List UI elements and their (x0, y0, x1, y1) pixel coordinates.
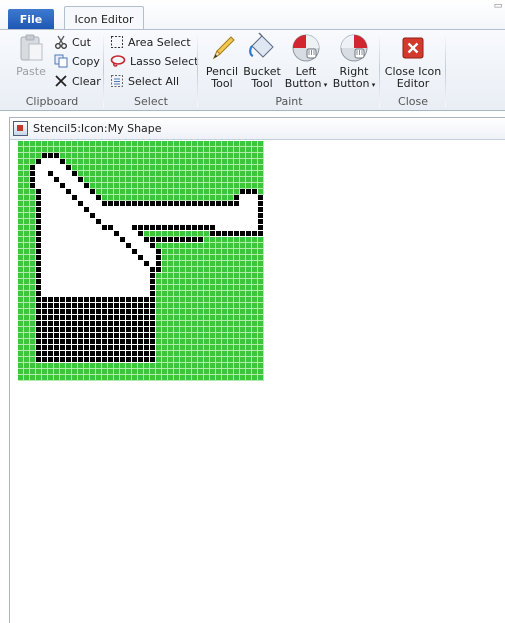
select-group: Area Select Lasso Select Select All Sele… (104, 30, 199, 110)
right-button-dropdown[interactable]: Right Button ▾ (330, 32, 378, 91)
lasso-select-label: Lasso Select (130, 54, 199, 68)
left-button-dropdown[interactable]: Left Button ▾ (282, 32, 330, 91)
bucket-tool-label: Bucket Tool (243, 65, 281, 90)
pencil-icon (212, 36, 235, 60)
paste-button[interactable]: Paste (14, 32, 48, 78)
document-title: Stencil5:Icon:My Shape (33, 122, 162, 135)
bucket-tool-button[interactable]: Bucket Tool (242, 32, 282, 90)
group-separator (445, 33, 446, 107)
paint-group-label: Paint (275, 95, 303, 108)
x-icon (55, 75, 67, 87)
copy-icon (54, 54, 68, 68)
clear-label: Clear (72, 74, 101, 88)
icon-pixel-grid[interactable] (18, 141, 264, 381)
select-all-icon (111, 75, 123, 87)
lasso-icon (110, 55, 126, 67)
ribbon-tab-strip: File Icon Editor ▭ (0, 0, 505, 31)
dashed-rect-icon (111, 36, 123, 48)
pencil-tool-label: Pencil Tool (205, 65, 239, 90)
document-title-bar: Stencil5:Icon:My Shape (10, 118, 505, 140)
close-group: Close Icon Editor Close (380, 30, 446, 110)
area-select-button[interactable]: Area Select (110, 33, 191, 51)
left-mouse-icon (292, 34, 320, 62)
close-icon-editor-button[interactable]: Close Icon Editor (384, 32, 442, 90)
clipboard-icon (20, 34, 43, 61)
paste-label: Paste (16, 65, 46, 78)
clipboard-group: Paste Cut Copy Clear Clipboard (0, 30, 104, 110)
lasso-select-button[interactable]: Lasso Select (110, 52, 199, 70)
clear-button[interactable]: Clear (54, 72, 101, 90)
clipboard-group-label: Clipboard (25, 95, 79, 108)
select-group-label: Select (134, 95, 168, 108)
bucket-icon (249, 32, 274, 58)
copy-label: Copy (72, 54, 100, 68)
cut-button[interactable]: Cut (54, 33, 91, 51)
close-red-icon (402, 37, 424, 59)
ribbon: Paste Cut Copy Clear Clipboard Area Sele… (0, 29, 505, 111)
chevron-down-icon: ▾ (321, 81, 328, 89)
left-button-label: Left Button ▾ (284, 65, 328, 90)
chevron-down-icon: ▾ (369, 81, 376, 89)
shape-document-icon (13, 121, 28, 136)
right-button-label: Right Button ▾ (332, 65, 376, 90)
close-icon-editor-label: Close Icon Editor (384, 65, 442, 90)
select-all-label: Select All (128, 74, 180, 88)
close-group-label: Close (398, 95, 428, 108)
scissors-icon (55, 35, 67, 49)
icon-pixel[interactable] (258, 375, 264, 381)
cut-label: Cut (72, 35, 91, 49)
right-mouse-icon (340, 34, 368, 62)
copy-button[interactable]: Copy (54, 52, 100, 70)
paint-group: Pencil Tool Bucket Tool Left Button ▾ Ri… (198, 30, 380, 110)
file-tab[interactable]: File (8, 9, 54, 30)
window-restore-icon[interactable]: ▭ (491, 0, 505, 12)
select-all-button[interactable]: Select All (110, 72, 179, 90)
icon-document-window: Stencil5:Icon:My Shape (9, 117, 505, 623)
pencil-tool-button[interactable]: Pencil Tool (202, 32, 242, 90)
tab-icon-editor[interactable]: Icon Editor (64, 6, 144, 31)
area-select-label: Area Select (128, 35, 191, 49)
